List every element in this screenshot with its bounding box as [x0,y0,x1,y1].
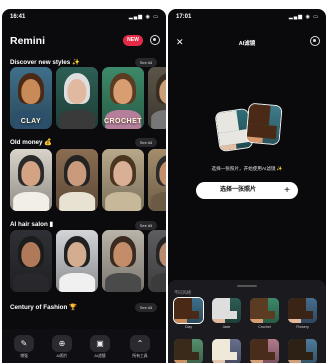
section-title-discover: Discover new styles ✨ [10,59,80,66]
settings-gear-icon[interactable] [150,35,160,45]
money-icon: 💰 [44,139,53,146]
nav-ai-photo[interactable]: ⊕ AI照片 [47,335,77,359]
style-thumbnail [288,298,317,323]
top-crop-strip [0,0,328,9]
nav-label: AI滤镜 [94,354,106,358]
style-thumbnail [212,339,241,363]
style-option[interactable]: Jade [212,298,241,329]
plus-icon: + [284,185,290,196]
style-option[interactable] [250,339,279,363]
style-name: Clay [184,325,193,329]
sheet-label: 不同风格 [174,290,192,295]
sheet-drag-handle[interactable] [237,285,257,287]
style-thumbnail [212,298,241,323]
style-name: Crochet [258,325,271,329]
remini-home-screen: 16:41 ▂▄▆ ◉ ▭ Remini NEW Discover new st… [2,9,166,363]
style-card[interactable] [102,230,144,292]
style-card[interactable] [10,149,52,211]
trophy-icon: 🏆 [69,304,77,311]
style-card[interactable] [56,67,98,129]
comb-icon: ▮ [49,221,54,228]
nav-enhance[interactable]: ✎ 增强 [9,335,39,359]
app-title: Remini [10,35,46,47]
style-thumbnail [250,339,279,363]
style-thumbnail [173,297,204,324]
ai-filter-screen: 17:01 ▂▄▆ ◉ ▭ ✕ AI滤镜 选择一张照片，开始使用AI滤镜 ✨ 选… [168,9,326,363]
style-card[interactable] [102,149,144,211]
style-option[interactable]: Crochet [250,298,279,329]
ai-photo-icon: ⊕ [52,335,72,352]
pro-badge-button[interactable]: NEW [123,35,143,46]
style-thumbnail [174,339,203,363]
style-card[interactable] [148,67,166,129]
section-title-old-money: Old money 💰 [10,139,53,146]
style-option[interactable] [174,339,203,363]
see-all-old-money-button[interactable]: See All [135,138,157,147]
select-photo-button[interactable]: 选择一张照片 + [196,182,298,199]
card-label: CLAY [20,118,42,125]
style-option[interactable] [212,339,241,363]
status-time: 16:41 [10,14,26,20]
nav-label: 所有工具 [132,354,148,358]
style-option[interactable]: Flowery [288,298,317,329]
nav-label: AI照片 [56,354,68,358]
ai-filter-icon: ▣ [90,335,110,352]
style-card[interactable] [10,230,52,292]
see-all-hair-salon-button[interactable]: See All [135,221,157,230]
style-card[interactable] [56,149,98,211]
section-title-hair-salon: AI hair salon ▮ [10,221,54,228]
settings-gear-icon[interactable] [310,36,320,46]
style-option[interactable] [288,339,317,363]
style-name: Flowery [296,325,309,329]
style-name: Jade [222,325,231,329]
bottom-navigation: ✎ 增强 ⊕ AI照片 ▣ AI滤镜 ⌃ 所有工具 [2,329,166,363]
select-photo-label: 选择一张照片 [220,187,257,193]
status-icons: ▂▄▆ ◉ ▭ [128,14,159,20]
style-picker-sheet: 不同风格 Clay Jade Crochet Flowery [168,280,326,363]
style-card[interactable] [56,230,98,292]
status-icons: ▂▄▆ ◉ ▭ [288,14,319,20]
see-all-fashion-button[interactable]: See All [135,303,157,312]
screen-title: AI滤镜 [238,41,256,47]
style-option[interactable]: Clay [173,297,204,329]
instruction-text: 选择一张照片，开始使用AI滤镜 ✨ [211,166,283,171]
status-time: 17:01 [176,14,192,20]
style-card[interactable]: CROCHET [102,67,144,129]
style-card[interactable]: CLAY [10,67,52,129]
nav-label: 增强 [20,354,28,358]
style-card[interactable] [148,149,166,211]
enhance-icon: ✎ [14,335,34,352]
nav-ai-filter[interactable]: ▣ AI滤镜 [85,335,115,359]
section-title-century-fashion: Century of Fashion 🏆 [10,304,77,311]
style-card[interactable] [148,230,166,292]
sparkle-icon: ✨ [71,59,80,66]
style-thumbnail [250,298,279,323]
style-thumbnail [288,339,317,363]
see-all-discover-button[interactable]: See All [135,58,157,67]
nav-all-tools[interactable]: ⌃ 所有工具 [125,335,155,359]
hero-after-image [245,102,283,146]
card-label: CROCHET [103,118,143,125]
all-tools-icon: ⌃ [130,335,150,352]
